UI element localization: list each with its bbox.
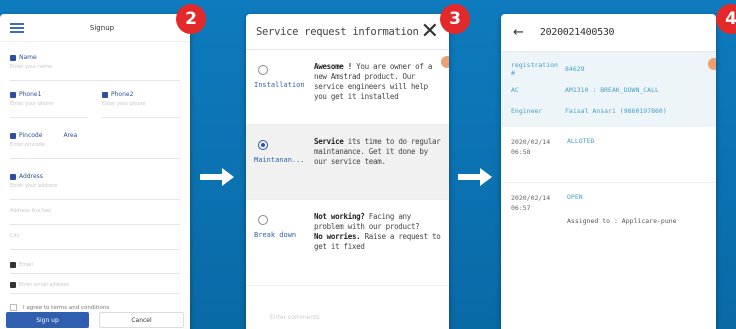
option-installation[interactable]: Installation Awesome ! You are owner of …	[246, 50, 449, 125]
phone2-placeholder: Enter your phone	[102, 101, 146, 107]
info-key: AC	[511, 85, 519, 94]
event-row: 2020/02/14 06:57 OPEN Assigned to : Appl…	[501, 183, 716, 231]
phone-fields: Phone1 Enter your phone Phone2 Enter you…	[0, 91, 190, 118]
ticket-info: registration # 84629 AC AM1310 : BREAK_D…	[501, 52, 716, 127]
phone2-label: Phone2	[111, 91, 134, 98]
service-request-screen: Service request information ✕ Installati…	[246, 14, 449, 329]
event-date: 2020/02/14	[511, 194, 551, 202]
pincode-field[interactable]: Pincode Area Enter pincode	[0, 132, 190, 159]
event-time: 06:58	[511, 148, 531, 157]
email-placeholder: Email	[19, 262, 33, 268]
mail-icon	[10, 262, 16, 268]
name-field[interactable]: Name Enter your name	[0, 54, 190, 81]
city-placeholder: City	[10, 233, 20, 239]
phone-icon	[102, 91, 108, 98]
email-field[interactable]: Email	[0, 262, 190, 274]
option-description-bold: Not working?	[314, 212, 365, 221]
ticket-header: ← 2020021400530	[501, 14, 716, 52]
info-value: 84629	[565, 64, 585, 73]
info-value: AM1310 : BREAK_DOWN_CALL	[565, 85, 659, 94]
option-description-bold: Awesome !	[314, 62, 352, 71]
radio-button[interactable]	[258, 215, 268, 225]
location-icon	[10, 132, 16, 139]
option-label: Installation	[254, 81, 305, 89]
option-description: Not working? Facing any problem with our…	[314, 212, 441, 275]
phone2-field[interactable]: Phone2 Enter your phone	[102, 91, 180, 118]
signup-button[interactable]: Sign up	[6, 312, 89, 328]
event-status: ALLOTED	[567, 137, 595, 145]
option-description-bold: Service	[314, 137, 344, 146]
name-placeholder: Enter your name	[10, 64, 53, 70]
cancel-button[interactable]: Cancel	[99, 312, 184, 328]
option-maintenance[interactable]: Maintanan... Service its time to do regu…	[246, 125, 449, 200]
city-field[interactable]: City	[0, 233, 190, 250]
area-label: Area	[63, 132, 78, 139]
info-row: AC AM1310 : BREAK_DOWN_CALL	[511, 79, 706, 100]
right-arrow-icon	[200, 168, 234, 186]
email2-placeholder: Enter email address	[19, 282, 70, 288]
scroll-indicator	[708, 58, 716, 70]
radio-button[interactable]	[258, 65, 268, 75]
signup-header: Signup	[0, 14, 190, 42]
event-date: 2020/02/14	[511, 138, 551, 146]
checkbox[interactable]	[10, 304, 17, 311]
signup-title: Signup	[89, 23, 115, 32]
option-description: Service its time to do regular maintanan…	[314, 137, 441, 189]
event-time: 06:57	[511, 204, 531, 213]
comments-input[interactable]: Enter comments	[246, 286, 449, 321]
radio-button-selected[interactable]	[258, 140, 268, 150]
option-description: Awesome ! You are owner of a new Amstrad…	[314, 62, 441, 114]
step-badge-2: 2	[176, 4, 206, 34]
info-row: registration # 84629	[511, 58, 706, 79]
right-arrow-icon	[458, 168, 492, 186]
option-breakdown[interactable]: Break down Not working? Facing any probl…	[246, 200, 449, 286]
lock-icon	[10, 282, 16, 288]
option-description-bold2: No worries.	[314, 232, 361, 242]
scroll-indicator	[441, 56, 449, 68]
user-icon	[10, 54, 16, 61]
info-key: registration #	[511, 60, 558, 77]
address-label: Address	[19, 173, 43, 180]
pincode-label: Pincode	[19, 132, 43, 139]
ticket-title: 2020021400530	[539, 27, 615, 38]
service-request-title: Service request information	[256, 25, 419, 38]
name-label: Name	[19, 54, 37, 61]
signup-actions: Sign up Cancel	[0, 312, 190, 328]
event-status: OPEN	[567, 193, 583, 201]
option-label: Break down	[254, 231, 297, 239]
ticket-screen: ← 2020021400530 registration # 84629 AC …	[501, 14, 716, 329]
info-key: Engineer	[511, 106, 543, 115]
phone1-label: Phone1	[19, 91, 42, 98]
terms-checkbox[interactable]: I agree to terms and conditions	[0, 304, 190, 311]
email2-field[interactable]: Enter email address	[0, 282, 190, 294]
address-placeholder: Enter your address	[10, 183, 58, 189]
address-icon	[10, 173, 16, 180]
phone1-field[interactable]: Phone1 Enter your phone	[10, 91, 88, 118]
info-row: Engineer Faisal Ansari (9860197860)	[511, 100, 706, 121]
info-value: Faisal Ansari (9860197860)	[565, 106, 667, 115]
address-field[interactable]: Address Enter your address	[0, 173, 190, 200]
option-label: Maintanan...	[254, 156, 305, 164]
signup-screen: Signup Name Enter your name Phone1 Enter…	[0, 14, 190, 329]
pincode-placeholder: Enter pincode	[10, 142, 45, 148]
phone1-placeholder: Enter your phone	[10, 101, 54, 107]
close-icon[interactable]: ✕	[421, 20, 439, 43]
back-arrow-icon[interactable]: ←	[513, 25, 524, 40]
service-request-header: Service request information ✕	[246, 14, 449, 50]
event-note: Assigned to : Applicare-pune	[567, 217, 677, 225]
address2-placeholder: Address line two	[10, 208, 52, 214]
event-row: 2020/02/14 06:58 ALLOTED	[501, 127, 716, 183]
step-badge-3: 3	[440, 4, 470, 34]
address2-field[interactable]: Address line two	[0, 208, 190, 225]
menu-icon[interactable]	[10, 22, 24, 33]
terms-label: I agree to terms and conditions	[23, 304, 110, 311]
phone-icon	[10, 91, 16, 98]
